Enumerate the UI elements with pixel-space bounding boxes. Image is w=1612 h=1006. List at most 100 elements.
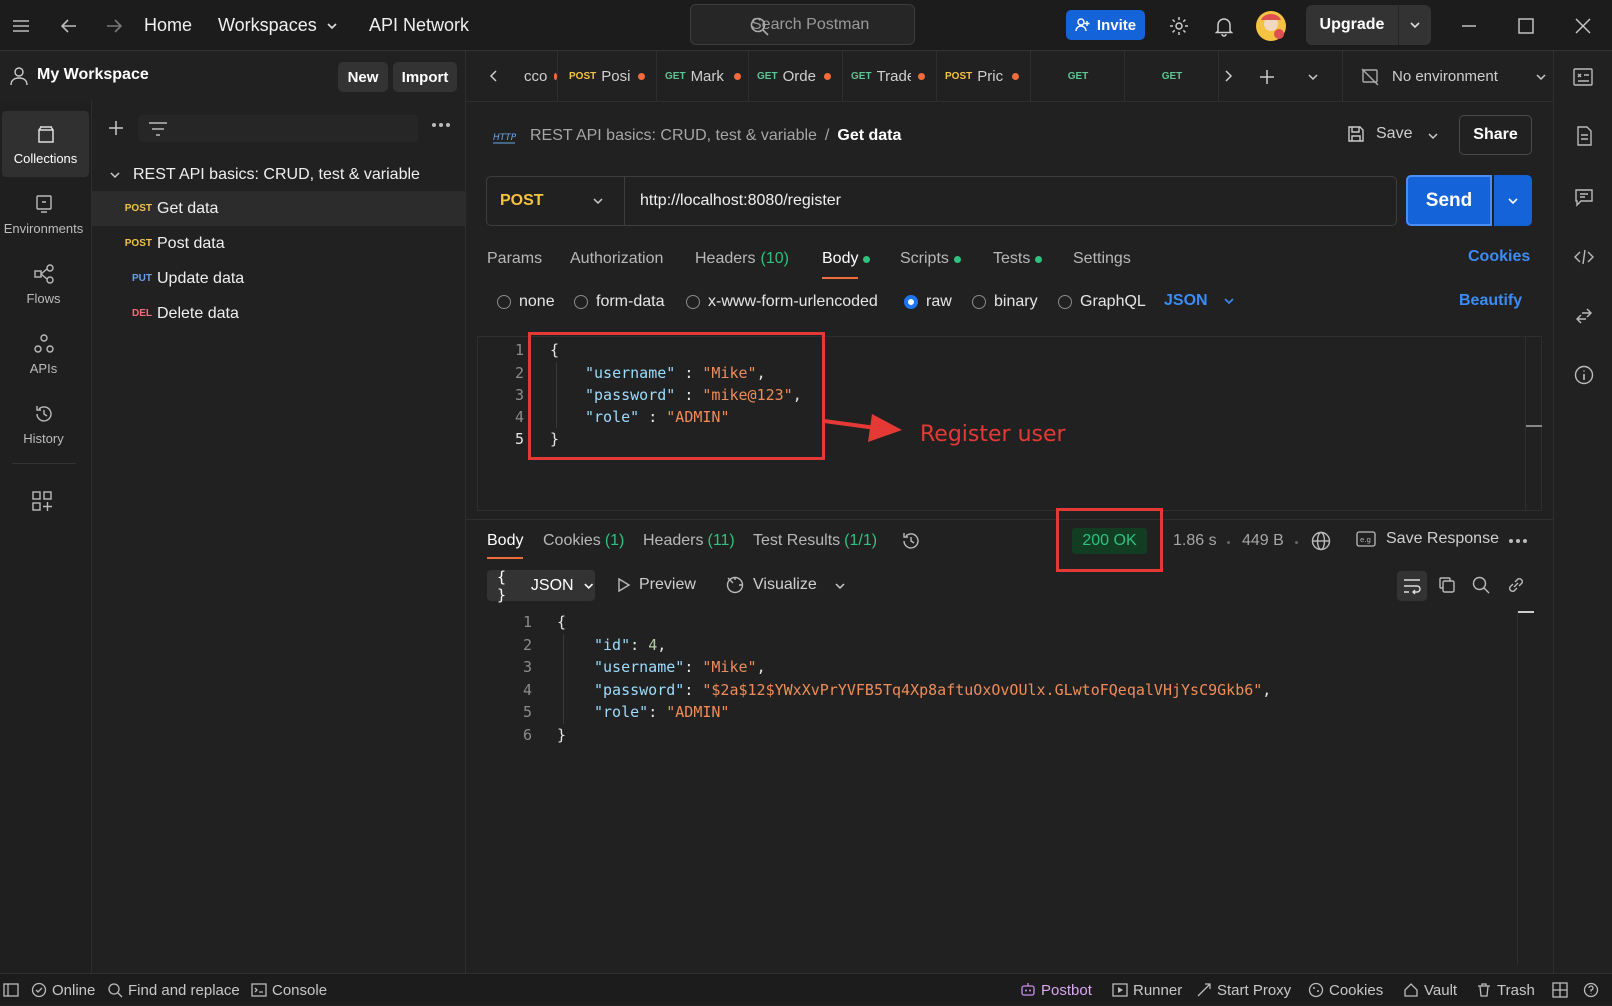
notifications-bell-icon[interactable]: [1213, 0, 1235, 51]
search-icon[interactable]: [1471, 575, 1491, 595]
breadcrumb-collection[interactable]: REST API basics: CRUD, test & variable: [530, 127, 817, 145]
scrollbar-thumb[interactable]: [1526, 425, 1542, 427]
response-history-icon[interactable]: [900, 530, 922, 552]
response-tab-body[interactable]: Body: [487, 529, 524, 559]
radio-graphql[interactable]: GraphQL: [1058, 292, 1146, 312]
back-arrow-icon[interactable]: [58, 0, 80, 51]
request-tab[interactable]: GET: [1125, 51, 1219, 102]
collection-row[interactable]: REST API basics: CRUD, test & variable: [92, 157, 466, 192]
environment-quick-look-icon[interactable]: [1572, 66, 1594, 88]
request-tab[interactable]: cco: [518, 51, 558, 102]
url-input[interactable]: http://localhost:8080/register: [640, 177, 841, 225]
globe-icon[interactable]: [1310, 530, 1332, 552]
chevron-down-icon[interactable]: [1398, 5, 1431, 45]
workspaces-menu[interactable]: Workspaces: [218, 0, 339, 51]
online-status[interactable]: Online: [31, 974, 95, 1006]
cookies-link[interactable]: Cookies: [1468, 248, 1530, 266]
chevron-down-icon[interactable]: [833, 579, 847, 593]
cookies-button[interactable]: Cookies: [1308, 974, 1383, 1006]
radio-none[interactable]: none: [497, 292, 555, 312]
request-tab[interactable]: GET: [1031, 51, 1125, 102]
response-tab-test-results[interactable]: Test Results (1/1): [753, 529, 877, 553]
chevron-down-icon[interactable]: [1306, 70, 1320, 84]
settings-gear-icon[interactable]: [1168, 0, 1190, 51]
menu-icon[interactable]: [10, 0, 32, 51]
tab-headers[interactable]: Headers (10): [695, 244, 789, 274]
rail-item-collections[interactable]: Collections: [2, 111, 89, 177]
rail-item-apis[interactable]: APIs: [0, 321, 87, 387]
radio-x-www-form-urlencoded[interactable]: x-www-form-urlencoded: [686, 292, 878, 312]
language-select[interactable]: JSON: [1164, 292, 1236, 310]
forward-arrow-icon[interactable]: [103, 0, 125, 51]
save-options-chevron-icon[interactable]: [1426, 129, 1440, 143]
status-badge[interactable]: 200 OK: [1072, 528, 1147, 554]
new-button[interactable]: New: [338, 62, 388, 92]
tab-settings[interactable]: Settings: [1073, 244, 1131, 274]
save-button[interactable]: Save: [1346, 124, 1412, 144]
wrap-lines-icon[interactable]: [1397, 571, 1427, 601]
rail-item-environments[interactable]: Environments: [0, 181, 87, 247]
request-tab[interactable]: GET Trade: [843, 51, 937, 102]
rail-item-flows[interactable]: Flows: [0, 251, 87, 317]
more-options-icon[interactable]: [431, 121, 451, 129]
import-button[interactable]: Import: [393, 62, 457, 92]
tab-body[interactable]: Body: [822, 244, 871, 279]
response-body-viewer[interactable]: 1 2 3 4 5 6 { "id": 4, "username": "Mike…: [477, 610, 1534, 965]
console-button[interactable]: Console: [251, 974, 327, 1006]
send-button[interactable]: Send: [1406, 175, 1492, 226]
send-options-chevron-icon[interactable]: [1494, 175, 1532, 226]
tab-scripts[interactable]: Scripts: [900, 244, 961, 274]
response-format-select[interactable]: { } JSON: [487, 568, 595, 604]
filter-input[interactable]: [138, 115, 418, 142]
link-icon[interactable]: [1506, 575, 1526, 595]
tab-tests[interactable]: Tests: [993, 244, 1043, 274]
chevron-left-icon[interactable]: [488, 69, 500, 83]
toggle-sidebar-icon[interactable]: [3, 974, 19, 1006]
environment-selector[interactable]: No environment: [1360, 51, 1560, 102]
response-tab-cookies[interactable]: Cookies (1): [543, 529, 624, 553]
request-item-get-data[interactable]: POST Get data: [92, 191, 466, 226]
start-proxy-button[interactable]: Start Proxy: [1196, 974, 1291, 1006]
radio-form-data[interactable]: form-data: [574, 292, 664, 312]
maximize-icon[interactable]: [1516, 0, 1536, 51]
code-snippet-icon[interactable]: [1573, 247, 1595, 267]
find-replace-button[interactable]: Find and replace: [107, 974, 240, 1006]
radio-raw[interactable]: raw: [904, 292, 952, 312]
add-icon[interactable]: [107, 119, 125, 137]
chevron-right-icon[interactable]: [1222, 69, 1234, 83]
comments-icon[interactable]: [1574, 187, 1594, 207]
request-tab[interactable]: POST Pric: [937, 51, 1031, 102]
request-item-update-data[interactable]: PUT Update data: [92, 261, 466, 296]
share-button[interactable]: Share: [1459, 115, 1532, 155]
response-time[interactable]: 1.86 s: [1173, 532, 1217, 550]
save-response-button[interactable]: e.g Save Response: [1356, 530, 1499, 548]
tab-authorization[interactable]: Authorization: [570, 244, 663, 274]
request-item-delete-data[interactable]: DEL Delete data: [92, 296, 466, 331]
rail-item-history[interactable]: History: [0, 391, 87, 457]
minimize-icon[interactable]: [1459, 0, 1479, 51]
more-options-icon[interactable]: [1508, 537, 1528, 545]
request-tab[interactable]: GET Orde: [749, 51, 843, 102]
upgrade-button[interactable]: Upgrade: [1306, 5, 1431, 45]
help-icon[interactable]: [1583, 974, 1599, 1006]
new-tab-icon[interactable]: [1258, 68, 1276, 86]
response-size[interactable]: 449 B: [1242, 532, 1284, 550]
copy-icon[interactable]: [1437, 575, 1457, 595]
api-network-link[interactable]: API Network: [369, 0, 469, 51]
scrollbar-thumb[interactable]: [1518, 611, 1534, 613]
add-widget-icon[interactable]: [31, 490, 53, 512]
workspace-title[interactable]: My Workspace: [37, 66, 149, 84]
tab-params[interactable]: Params: [487, 244, 542, 274]
method-select[interactable]: POST: [487, 177, 625, 225]
info-icon[interactable]: [1574, 365, 1594, 385]
close-icon[interactable]: [1573, 0, 1593, 51]
search-input[interactable]: Search Postman: [690, 4, 915, 45]
runner-button[interactable]: Runner: [1112, 974, 1182, 1006]
beautify-link[interactable]: Beautify: [1459, 292, 1522, 310]
avatar[interactable]: [1255, 0, 1287, 51]
home-link[interactable]: Home: [144, 0, 192, 51]
related-collections-icon[interactable]: [1574, 306, 1594, 326]
invite-button[interactable]: Invite: [1066, 10, 1145, 40]
response-tab-headers[interactable]: Headers (11): [643, 529, 735, 553]
request-tab[interactable]: GET Mark: [657, 51, 749, 102]
